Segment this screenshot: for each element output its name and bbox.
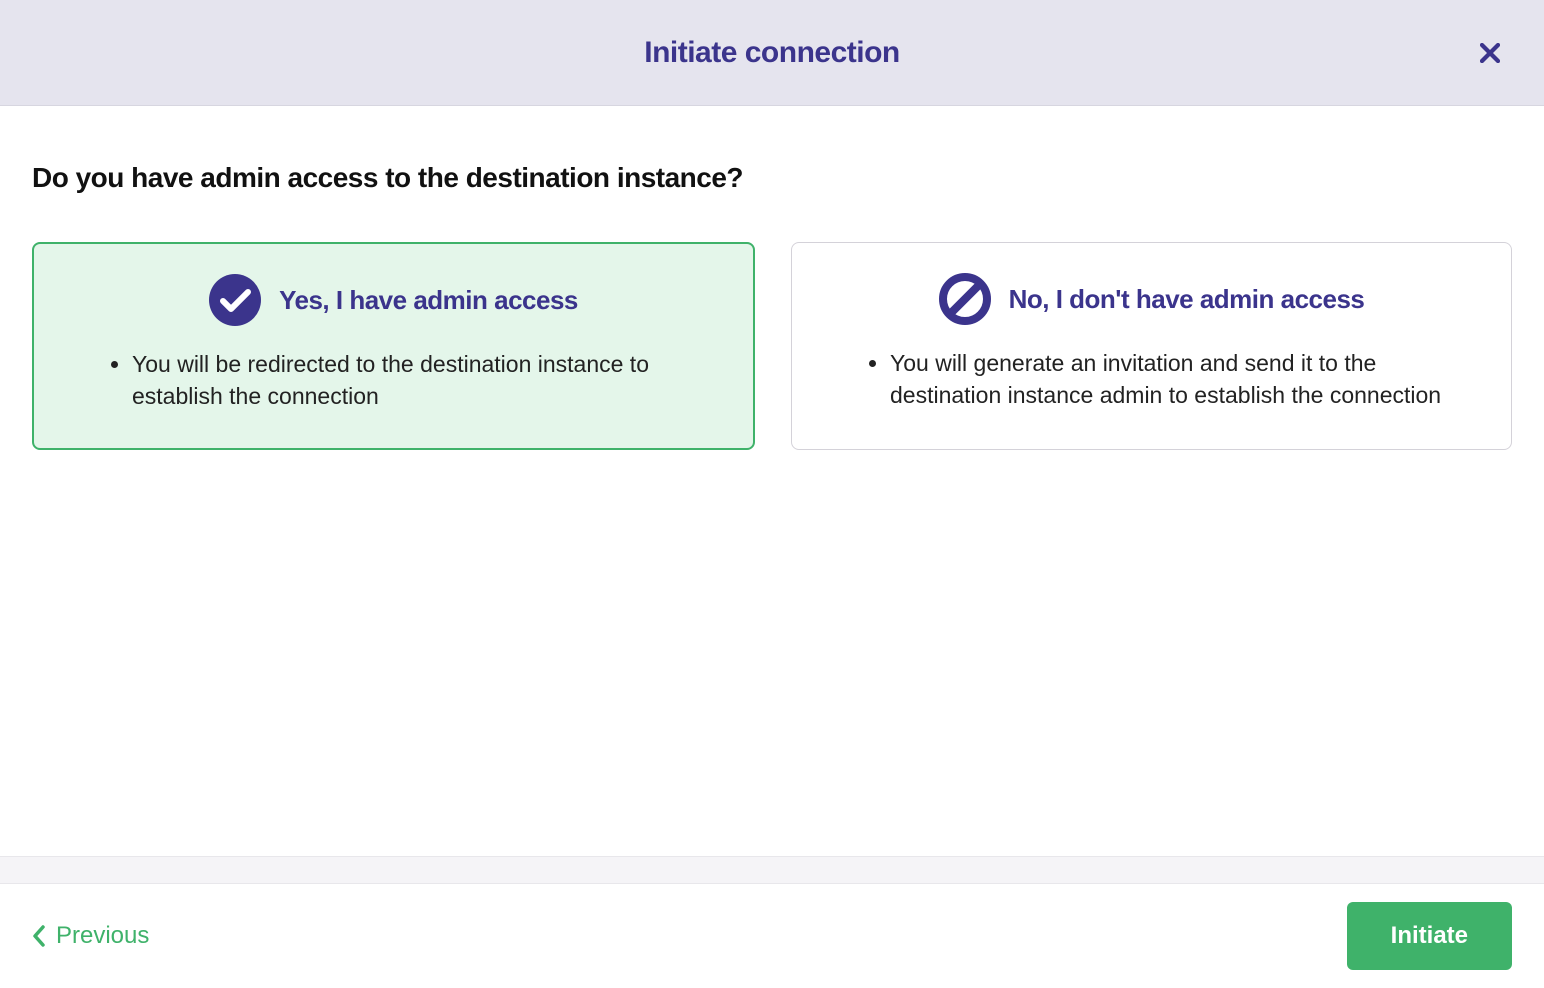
dialog-content: Do you have admin access to the destinat…	[0, 106, 1544, 856]
initiate-button[interactable]: Initiate	[1347, 902, 1512, 970]
option-title: Yes, I have admin access	[279, 285, 578, 316]
option-description: You will be redirected to the destinatio…	[132, 348, 709, 412]
option-description: You will generate an invitation and send…	[890, 347, 1467, 411]
previous-button[interactable]: Previous	[32, 922, 149, 950]
footer-divider	[0, 856, 1544, 884]
chevron-left-icon	[32, 925, 46, 947]
check-circle-icon	[209, 274, 261, 326]
dialog-footer: Previous Initiate	[0, 884, 1544, 988]
option-cards-row: Yes, I have admin access You will be red…	[32, 242, 1512, 450]
dialog-header: Initiate connection	[0, 0, 1544, 106]
option-description-list: You will generate an invitation and send…	[826, 347, 1477, 411]
option-title: No, I don't have admin access	[1009, 284, 1365, 315]
option-no-admin-access[interactable]: No, I don't have admin access You will g…	[791, 242, 1512, 450]
previous-label: Previous	[56, 922, 149, 950]
option-header: Yes, I have admin access	[68, 274, 719, 326]
close-icon[interactable]	[1480, 43, 1500, 63]
dialog-title: Initiate connection	[644, 36, 900, 70]
prohibit-icon	[939, 273, 991, 325]
admin-access-question: Do you have admin access to the destinat…	[32, 162, 1512, 194]
option-yes-admin-access[interactable]: Yes, I have admin access You will be red…	[32, 242, 755, 450]
option-header: No, I don't have admin access	[826, 273, 1477, 325]
option-description-list: You will be redirected to the destinatio…	[68, 348, 719, 412]
